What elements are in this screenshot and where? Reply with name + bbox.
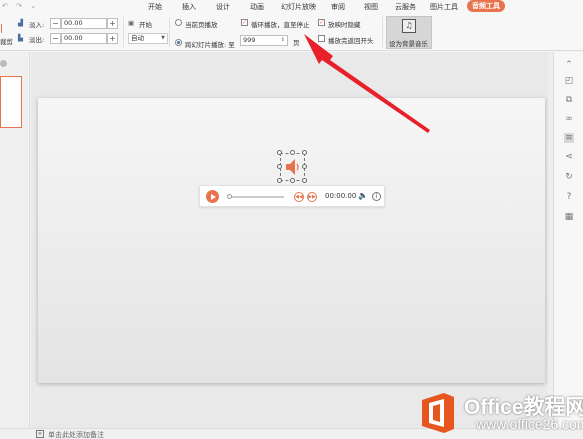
cross-slides-radio[interactable] <box>175 39 182 46</box>
office-logo-icon <box>422 393 454 433</box>
loop-label: 循环播放，直至停止 <box>251 21 310 29</box>
cross-slides-value: 999 <box>243 36 256 44</box>
stepper-icon[interactable]: ⇕ <box>281 36 285 45</box>
slide-thumbnail[interactable] <box>0 76 22 128</box>
fade-out-label: 淡出: <box>29 36 45 44</box>
notes-placeholder: 单击此处添加备注 <box>48 431 104 439</box>
start-icon: ▣ <box>128 19 135 27</box>
fade-in-minus-button[interactable]: − <box>50 18 61 29</box>
tab-animation[interactable]: 动画 <box>250 2 264 12</box>
tab-start[interactable]: 开始 <box>148 2 162 12</box>
divider <box>169 17 170 47</box>
trim-label[interactable]: 裁剪 <box>0 36 13 46</box>
link-icon[interactable]: ∞ <box>564 114 574 124</box>
audio-player: ◀◀ ▶▶ 00:00.00 🔈 i <box>199 185 385 207</box>
chevron-down-icon: ▼ <box>161 35 165 41</box>
set-background-music-label: 设为背景音乐 <box>389 40 428 48</box>
page-suffix-label: 页 <box>293 39 300 47</box>
watermark: Office教程网 www.office26.com <box>414 388 583 439</box>
help-icon[interactable]: ? <box>564 192 574 202</box>
tab-insert[interactable]: 插入 <box>182 2 196 12</box>
watermark-url: www.office26.com <box>476 416 583 432</box>
resize-handle[interactable] <box>290 178 295 183</box>
copy-icon[interactable]: ⧉ <box>564 95 574 105</box>
trim-icon[interactable]: ǀ <box>0 23 3 34</box>
fade-out-input[interactable]: 00.00 <box>61 33 107 44</box>
divider <box>382 17 383 47</box>
fade-out-minus-button[interactable]: − <box>50 33 61 44</box>
progress-knob[interactable] <box>227 194 232 199</box>
fade-out-plus-button[interactable]: + <box>107 33 118 44</box>
resize-handle[interactable] <box>302 150 307 155</box>
tab-view[interactable]: 视图 <box>364 2 378 12</box>
current-page-radio[interactable] <box>175 19 182 26</box>
properties-icon[interactable]: ≡ <box>564 133 574 143</box>
fade-in-input[interactable]: 00.00 <box>61 18 107 29</box>
resize-handle[interactable] <box>302 178 307 183</box>
fade-in-plus-button[interactable]: + <box>107 18 118 29</box>
fade-in-label: 淡入: <box>29 21 45 29</box>
tab-audio-tools[interactable]: 音频工具 <box>467 0 505 12</box>
start-label: 开始 <box>139 21 152 29</box>
slide[interactable] <box>38 98 545 383</box>
resize-handle[interactable] <box>277 178 282 183</box>
rewind-checkbox[interactable] <box>318 35 325 42</box>
volume-icon[interactable]: 🔈 <box>358 191 368 200</box>
current-page-label: 当前页播放 <box>185 21 218 29</box>
hide-checkbox[interactable]: ✓ <box>318 19 325 26</box>
shape-icon[interactable]: ◰ <box>564 76 574 86</box>
resize-handle[interactable] <box>290 150 295 155</box>
rewind-label: 播放完返回开头 <box>328 37 374 45</box>
notes-icon: ≡ <box>36 430 44 438</box>
rewind-icon[interactable]: ◀◀ <box>294 192 304 202</box>
slide-thumbnail-pane <box>0 52 30 428</box>
resize-handle[interactable] <box>302 164 307 169</box>
apps-icon[interactable]: ▦ <box>564 212 574 222</box>
tab-picture-tools[interactable]: 图片工具 <box>430 2 458 12</box>
resize-handle[interactable] <box>277 150 282 155</box>
loop-checkbox[interactable]: ✓ <box>241 19 248 26</box>
set-background-music-button[interactable]: ♫ 设为背景音乐 <box>386 16 432 49</box>
collapse-icon[interactable]: ⌃ <box>564 60 574 70</box>
background-music-icon: ♫ <box>402 19 416 33</box>
tab-slideshow[interactable]: 幻灯片放映 <box>281 2 316 12</box>
cross-slides-label: 跨幻灯片播放: 至 <box>185 41 235 49</box>
start-select-value: 自动 <box>131 34 144 42</box>
history-icon[interactable]: ↻ <box>564 172 574 182</box>
fade-in-icon: ▟ <box>18 19 23 27</box>
speaker-icon <box>286 159 299 175</box>
progress-track[interactable] <box>228 196 284 198</box>
menu-bar: ↶ ↷ ⌄ 开始 插入 设计 动画 幻灯片放映 审阅 视图 云服务 图片工具 音… <box>0 0 583 13</box>
ribbon: ǀ 裁剪 ▟ 淡入: − 00.00 + ▙ 淡出: − 00.00 + ▣ 开… <box>0 13 583 51</box>
info-icon[interactable]: i <box>372 192 381 201</box>
play-icon[interactable] <box>206 190 219 203</box>
cross-slides-input[interactable]: 999 ⇕ <box>240 35 288 46</box>
forward-icon[interactable]: ▶▶ <box>307 192 317 202</box>
resize-handle[interactable] <box>277 164 282 169</box>
right-task-pane: ⌃ ◰ ⧉ ∞ ≡ ⋖ ↻ ? ▦ <box>553 52 583 428</box>
fade-out-icon: ▙ <box>18 34 23 42</box>
hide-label: 放映时隐藏 <box>328 21 361 29</box>
tab-design[interactable]: 设计 <box>216 2 230 12</box>
player-time: 00:00.00 <box>325 192 357 200</box>
share-icon[interactable]: ⋖ <box>564 152 574 162</box>
divider <box>123 17 124 47</box>
tab-review[interactable]: 审阅 <box>331 2 345 12</box>
pane-toggle-icon[interactable] <box>0 60 7 67</box>
quick-access-icons[interactable]: ↶ ↷ ⌄ <box>2 2 39 10</box>
start-select[interactable]: 自动 ▼ <box>128 33 168 44</box>
tab-cloud[interactable]: 云服务 <box>395 2 416 12</box>
